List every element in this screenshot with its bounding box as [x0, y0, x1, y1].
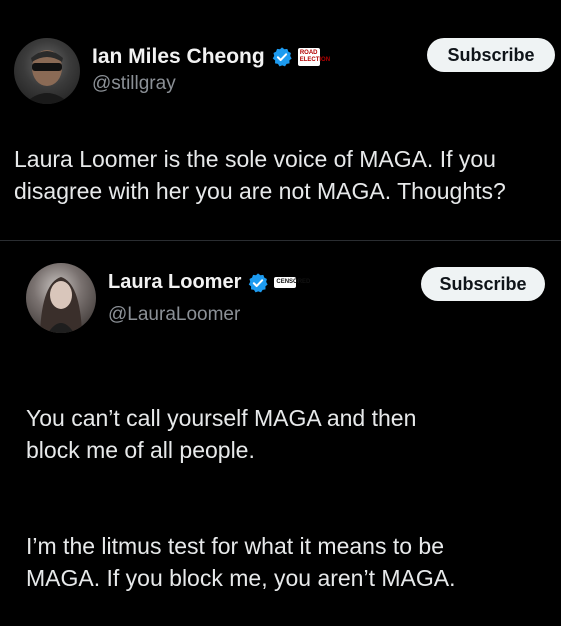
tweet-paragraph: I’m the litmus test for what it means to…	[26, 533, 456, 591]
avatar-photo-icon	[24, 50, 70, 104]
subscribe-button[interactable]: Subscribe	[427, 38, 555, 72]
affiliate-badge: ROAD ELECTION	[297, 48, 330, 66]
avatar[interactable]	[14, 38, 80, 104]
author-name-text[interactable]: Laura Loomer	[108, 271, 241, 294]
quoted-tweet-laura-loomer[interactable]: Laura Loomer CENSORED @LauraLoomer Subsc…	[0, 240, 561, 602]
tweet-text: Laura Loomer is the sole voice of MAGA. …	[14, 146, 506, 204]
verified-badge-icon	[249, 272, 268, 292]
avatar[interactable]	[26, 263, 96, 333]
author-name-text[interactable]: Ian Miles Cheong	[92, 45, 265, 69]
tweet-paragraph: You can’t call yourself MAGA and then bl…	[26, 405, 417, 463]
subscribe-button[interactable]: Subscribe	[421, 267, 545, 301]
author-handle[interactable]: @LauraLoomer	[108, 304, 240, 326]
author-name[interactable]: Laura Loomer CENSORED	[108, 271, 310, 294]
tweet-text: You can’t call yourself MAGA and then bl…	[26, 370, 546, 626]
tweet-ian-miles-cheong[interactable]: Ian Miles Cheong ROAD ELECTION @stillgra…	[0, 0, 561, 240]
verified-badge-icon	[272, 47, 292, 67]
avatar-photo-icon	[40, 277, 82, 333]
author-name[interactable]: Ian Miles Cheong ROAD ELECTION	[92, 45, 330, 69]
author-handle[interactable]: @stillgray	[92, 73, 176, 95]
affiliate-badge: CENSORED	[274, 277, 310, 288]
